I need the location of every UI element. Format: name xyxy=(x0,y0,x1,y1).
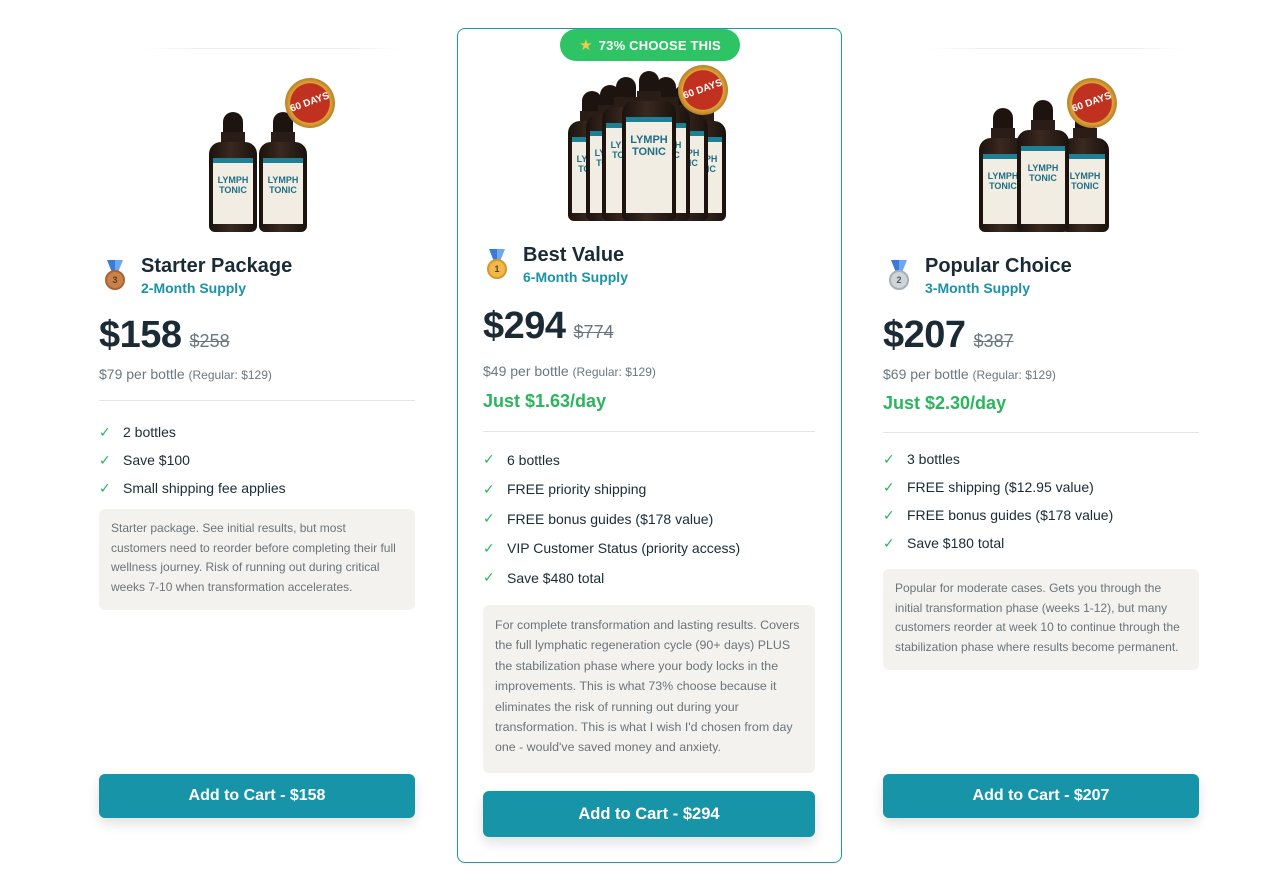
bronze-medal-icon: 3 xyxy=(103,260,127,292)
divider xyxy=(927,48,1185,49)
divider xyxy=(99,400,415,401)
old-price: $258 xyxy=(189,331,230,351)
pricing-card-best-value: ★73% CHOOSE THIS LYMPHTONIC LYMPHTONIC L… xyxy=(457,28,842,863)
bottle-icon: LYMPHTONIC xyxy=(259,112,307,232)
check-icon: ✓ xyxy=(883,478,895,495)
package-title: Popular Choice xyxy=(925,255,1072,277)
package-subtitle: 2-Month Supply xyxy=(141,280,246,296)
product-image: LYMPH TONIC LYMPH TONIC LYMPH TONIC 60 DAYS xyxy=(977,70,1127,232)
product-image: LYMPHTONIC LYMPHTONIC LYMPHTONIC LYMPHTO… xyxy=(566,57,742,221)
check-icon: ✓ xyxy=(883,450,895,467)
per-bottle-price: $69 per bottle (Regular: $129) xyxy=(883,366,1056,382)
add-to-cart-button[interactable]: Add to Cart - $207 xyxy=(883,774,1199,818)
per-bottle-price: $49 per bottle (Regular: $129) xyxy=(483,363,656,379)
check-icon: ✓ xyxy=(99,451,111,468)
list-item: ✓ VIP Customer Status (priority access) xyxy=(483,539,741,557)
package-note: Popular for moderate cases. Gets you thr… xyxy=(883,569,1199,670)
price: $158 xyxy=(99,314,182,356)
package-title: Best Value xyxy=(523,244,625,266)
list-item: ✓ 2 bottles xyxy=(99,423,176,441)
list-item: ✓ FREE shipping ($12.95 value) xyxy=(883,478,1094,496)
list-item: ✓ FREE bonus guides ($178 value) xyxy=(483,510,714,527)
check-icon: ✓ xyxy=(483,569,495,586)
list-item: ✓ 6 bottles xyxy=(483,451,560,468)
list-item: ✓ Save $480 total xyxy=(483,569,605,586)
silver-medal-icon: 2 xyxy=(887,260,911,292)
pricing-card-popular: LYMPH TONIC LYMPH TONIC LYMPH TONIC 60 DAYS… xyxy=(867,48,1215,848)
list-item: ✓ Save $180 total xyxy=(883,534,1005,552)
pricing-card-starter: LYMPH TONIC LYMPH TONIC 60 DAYS 3 Starter … xyxy=(83,48,431,848)
package-note: Starter package. See initial results, bu… xyxy=(99,509,415,610)
list-item: ✓ FREE priority shipping xyxy=(483,480,647,498)
daily-price: Just $1.63/day xyxy=(483,391,607,411)
add-to-cart-button[interactable]: Add to Cart - $158 xyxy=(99,774,415,818)
feature-list: ✓ 6 bottles ✓ FREE priority shipping ✓ FREE… xyxy=(483,445,740,593)
check-icon: ✓ xyxy=(99,479,111,496)
divider xyxy=(143,48,401,49)
price: $294 xyxy=(483,305,566,347)
package-note: For complete transformation and lasting … xyxy=(483,605,815,773)
package-subtitle: 3-Month Supply xyxy=(925,280,1030,296)
list-item: ✓ 3 bottles xyxy=(883,450,960,468)
feature-list: ✓ 3 bottles ✓ FREE shipping ($12.95 value)… xyxy=(883,445,1113,557)
bottle-icon: LYMPHTONIC xyxy=(622,71,676,221)
feature-list: ✓ 2 bottles ✓ Save $100 ✓ Small shipping fe… xyxy=(99,418,286,502)
divider xyxy=(883,432,1199,433)
per-bottle-price: $79 per bottle (Regular: $129) xyxy=(99,366,272,382)
check-icon: ✓ xyxy=(99,423,111,440)
check-icon: ✓ xyxy=(483,480,495,497)
check-icon: ✓ xyxy=(883,534,895,551)
old-price: $774 xyxy=(573,322,614,342)
check-icon: ✓ xyxy=(883,506,895,523)
list-item: ✓ Small shipping fee applies xyxy=(99,479,286,497)
bottle-icon: LYMPHTONIC xyxy=(209,112,257,232)
check-icon: ✓ xyxy=(483,539,495,556)
package-title: Starter Package xyxy=(141,255,293,277)
product-image: LYMPH TONIC LYMPH TONIC 60 DAYS xyxy=(203,70,343,232)
package-subtitle: 6-Month Supply xyxy=(523,269,628,285)
check-icon: ✓ xyxy=(483,451,495,468)
price: $207 xyxy=(883,314,966,356)
add-to-cart-button[interactable]: Add to Cart - $294 xyxy=(483,791,815,837)
old-price: $387 xyxy=(973,331,1014,351)
check-icon: ✓ xyxy=(483,510,495,527)
star-icon: ★ xyxy=(579,37,593,54)
list-item: ✓ FREE bonus guides ($178 value) xyxy=(883,506,1114,524)
bottle-icon: LYMPHTONIC xyxy=(1017,100,1069,232)
divider xyxy=(483,431,815,432)
gold-medal-icon: 1 xyxy=(485,249,509,281)
list-item: ✓ Save $100 xyxy=(99,451,190,469)
daily-price: Just $2.30/day xyxy=(883,393,1007,413)
